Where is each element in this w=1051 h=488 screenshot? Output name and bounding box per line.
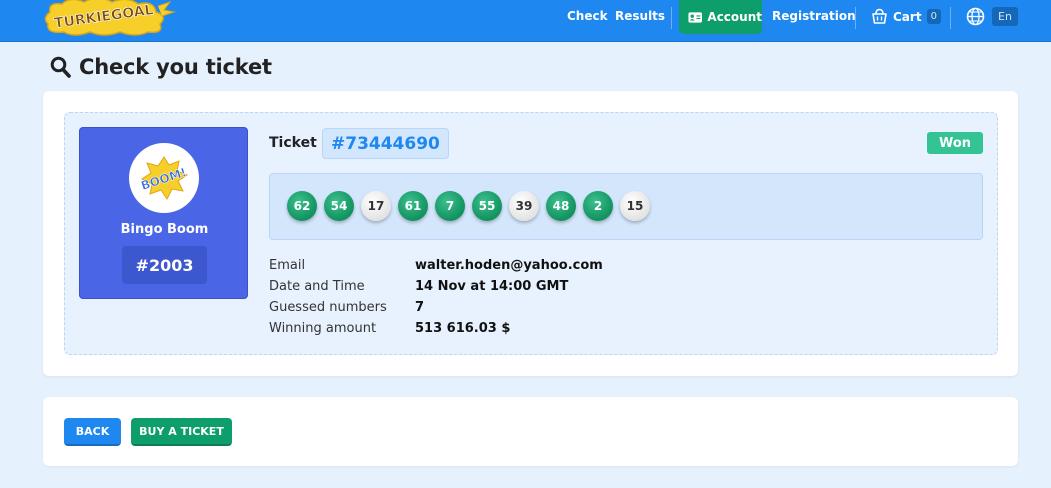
game-name: Bingo Boom — [120, 222, 209, 237]
info-row: Winning amount 513 616.03 $ — [269, 318, 603, 339]
number-ball: 39 — [509, 191, 539, 221]
number-ball: 7 — [435, 191, 465, 221]
account-label: Account — [707, 10, 762, 24]
ticket-id: #73444690 — [322, 128, 449, 159]
number-ball: 61 — [398, 191, 428, 221]
cart-label: Cart — [893, 9, 922, 24]
nav-results[interactable]: Results — [615, 9, 665, 23]
id-card-icon — [688, 11, 702, 23]
nav-divider — [855, 7, 856, 29]
number-ball: 62 — [287, 191, 317, 221]
number-ball: 48 — [546, 191, 576, 221]
cart-count-badge: 0 — [926, 9, 941, 24]
info-label: Date and Time — [269, 279, 365, 294]
info-row: Date and Time 14 Nov at 14:00 GMT — [269, 276, 603, 297]
site-logo[interactable]: TURKIEGOAL — [40, 0, 176, 36]
info-row: Guessed numbers 7 — [269, 297, 603, 318]
number-ball: 17 — [361, 191, 391, 221]
status-badge: Won — [927, 132, 983, 154]
game-draw-number: #2003 — [122, 246, 207, 284]
info-row: Email walter.hoden@yahoo.com — [269, 255, 603, 276]
language-selector[interactable]: En — [966, 7, 1018, 26]
game-logo: BOOM! — [129, 143, 199, 213]
boom-logo-icon: BOOM! — [139, 156, 188, 200]
buy-ticket-button[interactable]: BUY A TICKET — [131, 418, 232, 446]
info-value: 513 616.03 $ — [415, 321, 511, 336]
globe-icon — [966, 7, 985, 26]
ticket-label: Ticket — [269, 135, 317, 151]
info-label: Email — [269, 258, 306, 273]
game-tile: BOOM! Bingo Boom #2003 — [79, 127, 248, 299]
info-label: Guessed numbers — [269, 300, 387, 315]
page-title-text: Check you ticket — [79, 55, 272, 79]
number-balls: 62 54 17 61 7 55 39 48 2 15 — [287, 191, 650, 221]
number-ball: 2 — [583, 191, 613, 221]
nav-check[interactable]: Check — [567, 9, 608, 23]
ticket-info-list: Email walter.hoden@yahoo.com Date and Time… — [269, 255, 603, 339]
number-ball: 15 — [620, 191, 650, 221]
number-ball: 54 — [324, 191, 354, 221]
info-value: 14 Nov at 14:00 GMT — [415, 279, 569, 294]
language-badge: En — [992, 7, 1018, 26]
page-title: Check you ticket — [50, 55, 272, 79]
info-value: 7 — [415, 300, 425, 315]
nav-divider — [950, 7, 951, 29]
info-value: walter.hoden@yahoo.com — [415, 258, 603, 273]
cart-button[interactable]: Cart 0 — [871, 8, 941, 25]
number-ball: 55 — [472, 191, 502, 221]
account-button[interactable]: Account — [679, 0, 762, 34]
info-label: Winning amount — [269, 321, 377, 336]
search-icon — [50, 56, 71, 78]
drawn-numbers-box: 62 54 17 61 7 55 39 48 2 15 — [269, 173, 983, 240]
nav-divider — [671, 7, 672, 29]
nav-registration[interactable]: Registration — [772, 9, 856, 23]
basket-icon — [872, 8, 887, 24]
back-button[interactable]: BACK — [64, 418, 121, 446]
top-navbar: TURKIEGOAL Check Results Account Registr… — [0, 0, 1051, 42]
